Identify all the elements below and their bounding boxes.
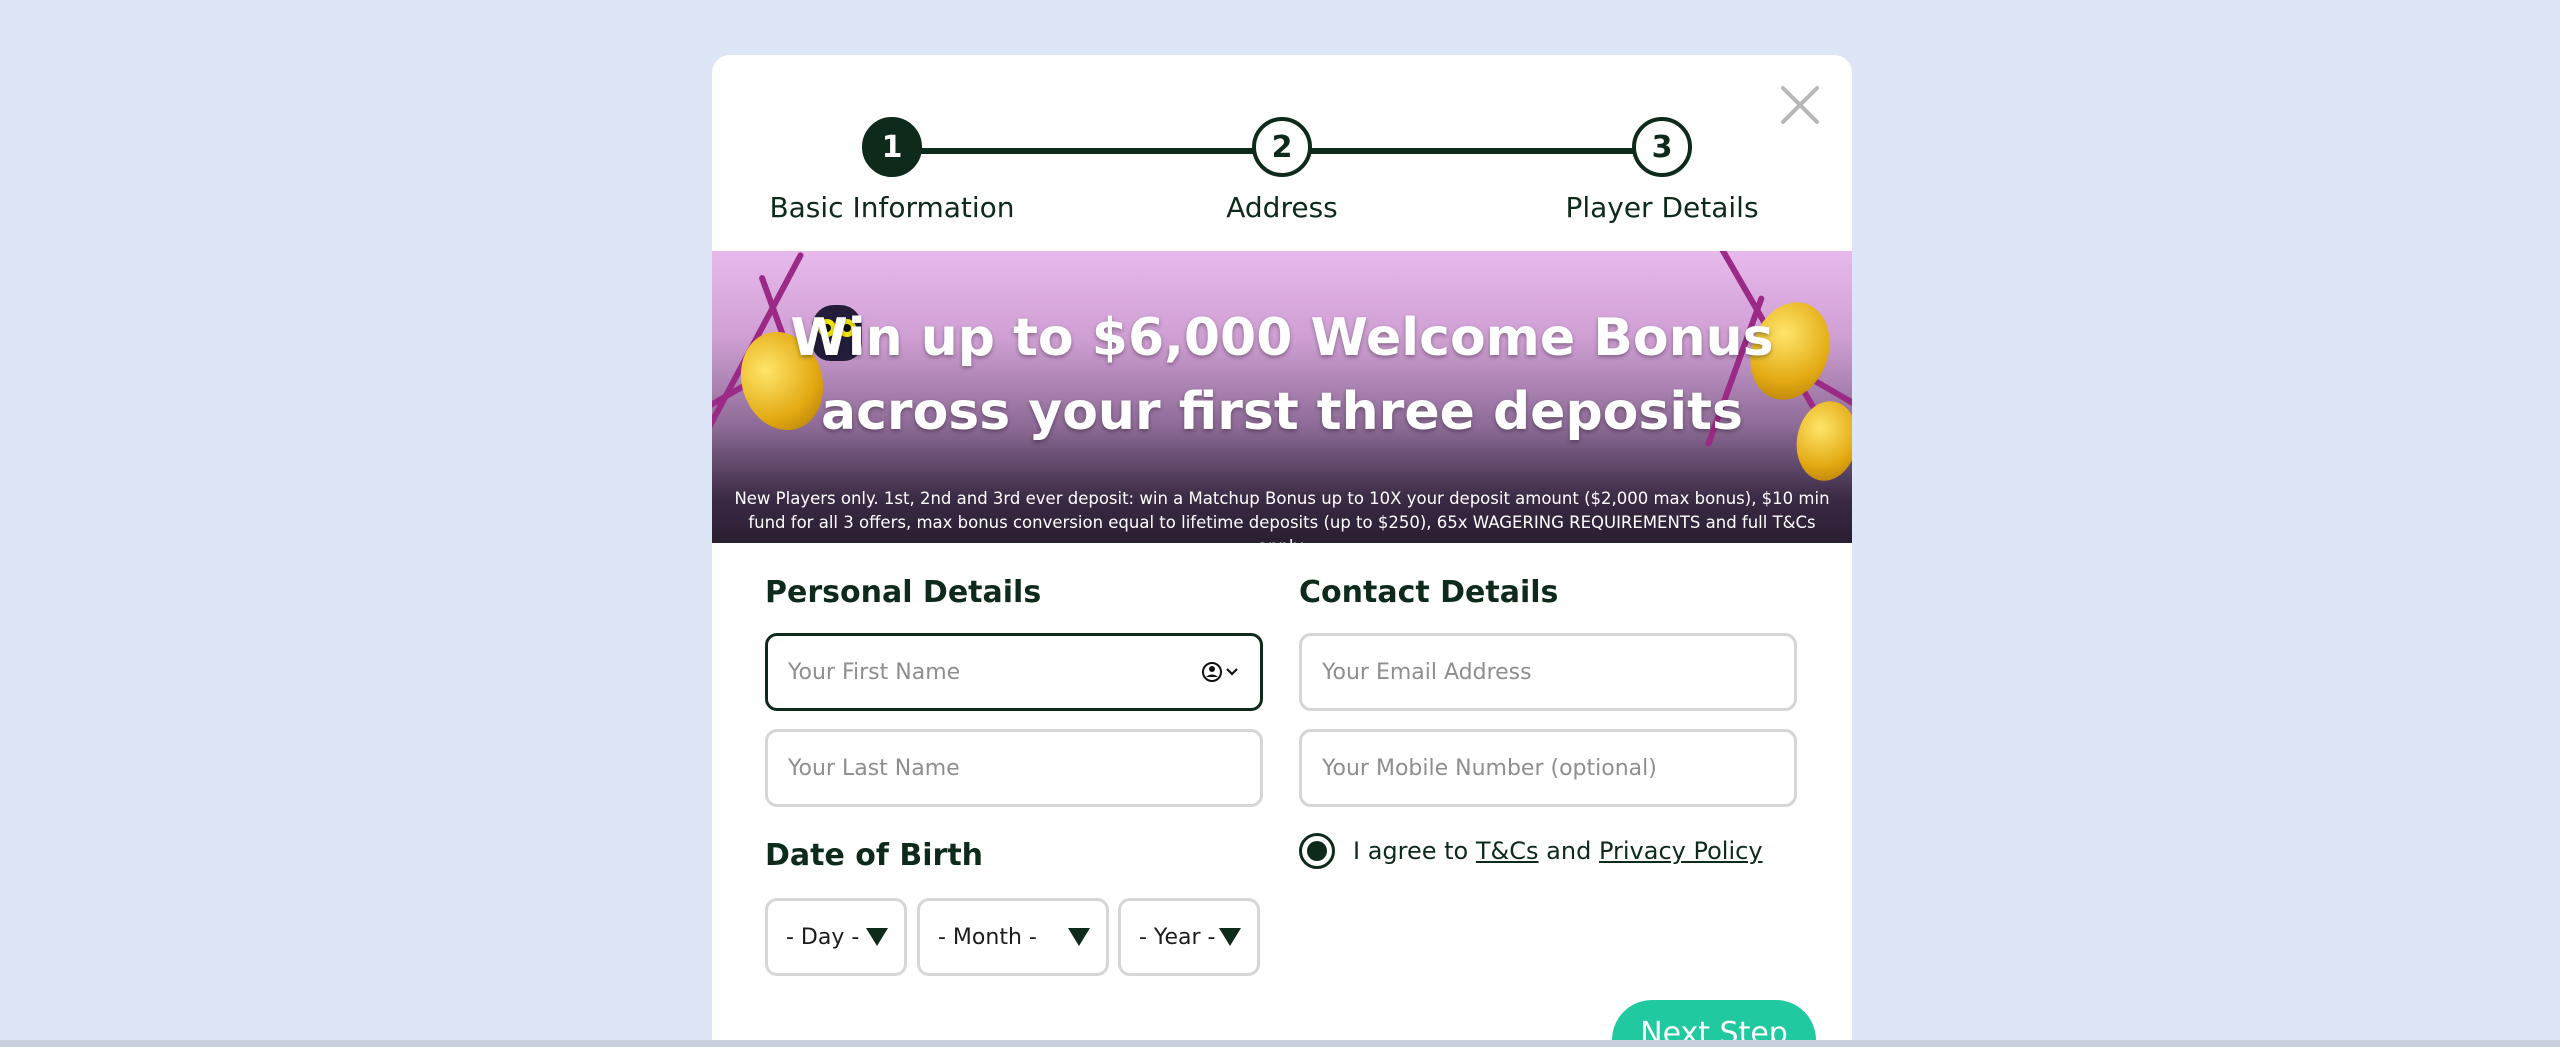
chevron-down-icon xyxy=(1068,928,1090,946)
dob-title: Date of Birth xyxy=(765,838,984,873)
mobile-input[interactable] xyxy=(1322,755,1774,781)
contact-autofill-icon[interactable] xyxy=(1202,661,1240,683)
dob-year-value: - Year - xyxy=(1139,924,1216,950)
last-name-field[interactable] xyxy=(765,729,1263,807)
tcs-link[interactable]: T&Cs xyxy=(1476,837,1539,865)
first-name-field[interactable] xyxy=(765,633,1263,711)
agree-prefix: I agree to xyxy=(1353,837,1469,865)
step-3: 3 Player Details xyxy=(1522,117,1802,224)
banner-terms: New Players only. 1st, 2nd and 3rd ever … xyxy=(734,489,1830,543)
dob-month-select[interactable]: - Month - xyxy=(917,898,1109,976)
step-1-label: Basic Information xyxy=(769,191,1015,224)
stepper: 1 Basic Information 2 Address 3 Player D… xyxy=(712,117,1852,237)
signup-modal: 1 Basic Information 2 Address 3 Player D… xyxy=(712,55,1852,1047)
privacy-policy-link[interactable]: Privacy Policy xyxy=(1599,837,1763,865)
email-input[interactable] xyxy=(1322,659,1774,685)
dob-day-select[interactable]: - Day - xyxy=(765,898,907,976)
step-3-label: Player Details xyxy=(1565,191,1759,224)
banner-title-line1: Win up to $6,000 Welcome Bonus xyxy=(790,308,1774,368)
background-footer-strip xyxy=(0,1040,2560,1047)
last-name-input[interactable] xyxy=(788,755,1240,781)
welcome-bonus-banner: Win up to $6,000 Welcome Bonus across yo… xyxy=(712,251,1852,543)
dob-day-value: - Day - xyxy=(786,924,860,950)
mobile-field[interactable] xyxy=(1299,729,1797,807)
banner-title-line2: across your first three deposits xyxy=(821,382,1743,442)
banner-title: Win up to $6,000 Welcome Bonus across yo… xyxy=(712,301,1852,449)
chevron-down-icon xyxy=(866,928,888,946)
step-3-number: 3 xyxy=(1632,117,1692,177)
step-2-number: 2 xyxy=(1252,117,1312,177)
dob-month-value: - Month - xyxy=(938,924,1037,950)
email-field[interactable] xyxy=(1299,633,1797,711)
step-2-label: Address xyxy=(1226,191,1338,224)
personal-details-title: Personal Details xyxy=(765,575,1042,610)
first-name-input[interactable] xyxy=(788,659,1192,685)
step-2: 2 Address xyxy=(1142,117,1422,224)
agree-radio[interactable] xyxy=(1299,833,1335,869)
step-1-number: 1 xyxy=(862,117,922,177)
chevron-down-icon xyxy=(1219,928,1241,946)
agree-and: and xyxy=(1546,837,1592,865)
dob-year-select[interactable]: - Year - xyxy=(1118,898,1260,976)
brand-logo xyxy=(1100,0,1460,16)
terms-agreement: I agree to T&Cs and Privacy Policy xyxy=(1299,833,1763,869)
step-1: 1 Basic Information xyxy=(752,117,1032,224)
contact-details-title: Contact Details xyxy=(1299,575,1559,610)
